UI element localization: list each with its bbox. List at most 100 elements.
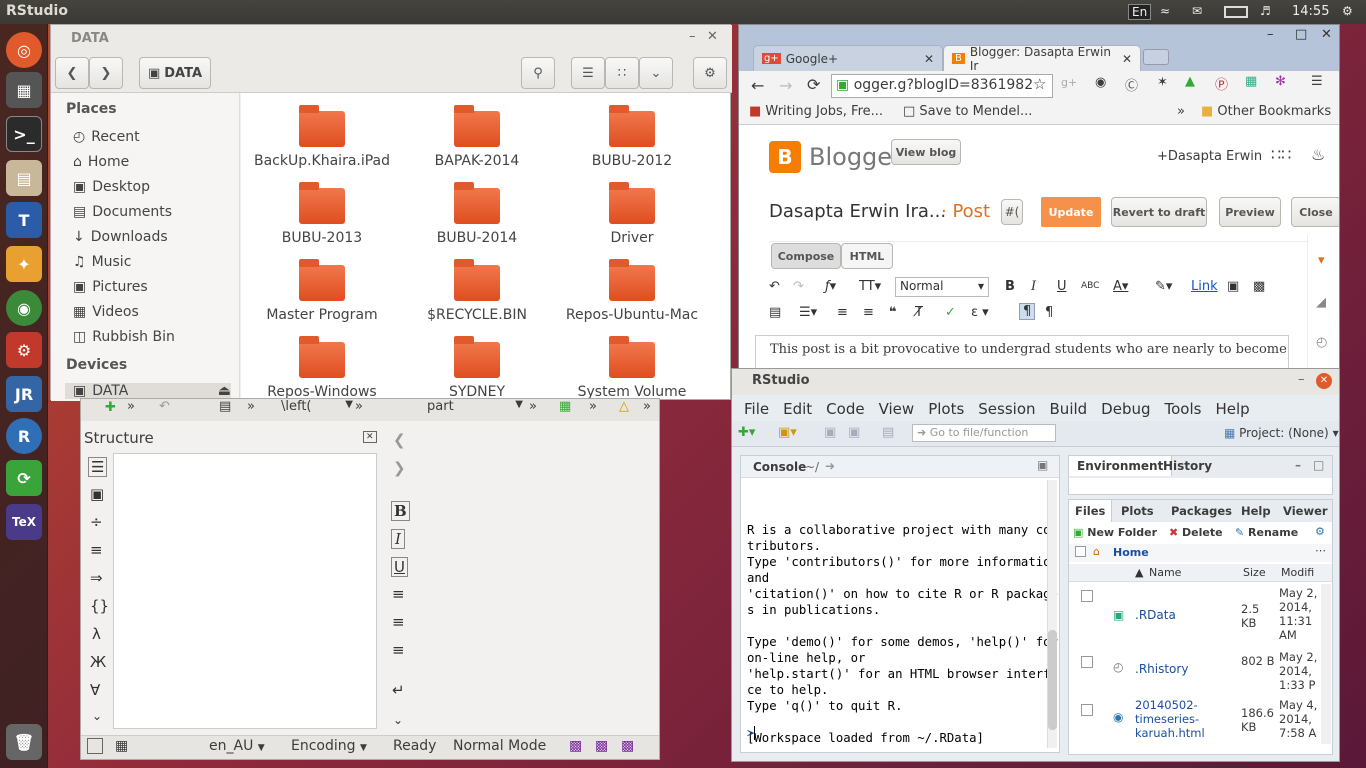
console-tab[interactable]: Console <box>753 460 806 474</box>
expand-icon[interactable]: ▾ <box>1318 253 1325 268</box>
align-right-icon[interactable]: ≡ <box>392 641 405 659</box>
pinterest-icon[interactable]: Ⓟ <box>1215 74 1228 93</box>
text-color-icon[interactable]: A▾ <box>1113 279 1128 294</box>
align-icon[interactable]: ☰▾ <box>799 305 817 320</box>
minimize-icon[interactable]: – <box>1298 372 1305 387</box>
bookmark-1-icon[interactable]: ▩ <box>569 738 582 754</box>
file-checkbox[interactable] <box>1081 704 1093 716</box>
bookmark-3-icon[interactable]: ▩ <box>621 738 634 754</box>
chevron-left-icon[interactable]: ❮ <box>393 431 406 449</box>
maximize-icon[interactable]: □ <box>1295 27 1307 42</box>
undo-icon[interactable]: ↶ <box>159 399 170 414</box>
menu-debug[interactable]: Debug <box>1101 400 1150 418</box>
print-icon[interactable]: ▤ <box>882 425 894 440</box>
project-menu[interactable]: ▦ Project: (None) ▾ <box>1224 426 1339 440</box>
file-row[interactable]: ◴ .Rhistory 802 B May 2, 2014, 1:33 P <box>1069 650 1321 696</box>
revert-to-draft-button[interactable]: Revert to draft <box>1111 197 1207 227</box>
reload-icon[interactable]: ⟳ <box>807 75 820 94</box>
settings-icon[interactable]: ⚙ <box>6 332 42 368</box>
close-button[interactable]: Close <box>1291 197 1339 227</box>
volume-icon[interactable]: ♬ <box>1260 4 1271 20</box>
office-icon[interactable]: ✦ <box>6 246 42 282</box>
schedule-clock-icon[interactable]: ◴ <box>1316 335 1327 350</box>
column-size[interactable]: Size <box>1243 566 1266 579</box>
more-gear-icon[interactable]: ⚙ <box>1315 525 1325 538</box>
jump-break-icon[interactable]: ▤ <box>769 305 781 320</box>
strikethrough-icon[interactable]: ABC <box>1081 281 1099 291</box>
lambda-icon[interactable]: λ <box>92 625 101 643</box>
folder-item[interactable]: BUBU-2014 <box>402 182 552 246</box>
back-icon[interactable]: ← <box>751 76 764 95</box>
dash-home-icon[interactable]: ◎ <box>6 32 42 68</box>
tab-files[interactable]: Files <box>1069 500 1113 522</box>
folder-item[interactable]: SYDNEY <box>402 336 552 399</box>
more-down-icon[interactable]: ⌄ <box>393 713 403 727</box>
view-blog-button[interactable]: View blog <box>891 139 961 165</box>
clock[interactable]: 14:55 <box>1292 4 1329 20</box>
folder-item[interactable]: System Volume <box>557 336 707 399</box>
place-rubbish-bin[interactable]: ◫ Rubbish Bin <box>73 329 175 345</box>
tab-plots[interactable]: Plots <box>1115 500 1160 522</box>
html-tab[interactable]: HTML <box>841 243 893 269</box>
close-panel-icon[interactable]: ✕ <box>363 431 377 443</box>
italic-icon[interactable]: I <box>391 529 405 549</box>
post-body-editor[interactable]: This post is a bit provocative to underg… <box>755 335 1289 371</box>
forward-button[interactable]: ❯ <box>89 57 123 89</box>
updater-icon[interactable]: ⟳ <box>6 460 42 496</box>
menu-code[interactable]: Code <box>826 400 864 418</box>
tab-blogger[interactable]: B Blogger: Dasapta Erwin Ir ✕ <box>943 45 1141 73</box>
tab-google-plus[interactable]: g+ Google+ ✕ <box>753 45 943 71</box>
table-icon[interactable]: ▦ <box>559 399 571 414</box>
texmaker-icon[interactable]: T <box>6 202 42 238</box>
minimize-icon[interactable]: – <box>689 29 696 44</box>
cyrillic-icon[interactable]: Ж <box>90 653 106 671</box>
toolbar-overflow[interactable]: » <box>589 399 597 414</box>
search-button[interactable]: ⚲ <box>521 57 555 89</box>
newline-icon[interactable]: ↵ <box>392 681 405 699</box>
wifi-icon[interactable]: ≈ <box>1160 4 1170 20</box>
terminal-icon[interactable]: >_ <box>6 116 42 152</box>
underline-icon[interactable]: U <box>391 557 408 577</box>
maximize-pane-icon[interactable]: ▣ <box>1037 458 1048 472</box>
preview-button[interactable]: Preview <box>1219 197 1281 227</box>
menu-icon[interactable]: ☰ <box>1311 74 1323 89</box>
rtl-icon[interactable]: ¶ <box>1045 305 1053 320</box>
video-icon[interactable]: ▩ <box>1253 279 1265 294</box>
toggle-structure-icon[interactable] <box>87 738 103 754</box>
eject-icon[interactable]: ⏏ <box>218 383 231 399</box>
goto-file-input[interactable]: ➜ Go to file/function <box>912 424 1056 442</box>
more-options-icon[interactable]: ⋯ <box>1315 544 1326 557</box>
folder-item[interactable]: Repos-Windows <box>247 336 397 399</box>
bookmark-icon[interactable]: ▣ <box>90 485 104 503</box>
column-name[interactable]: Name <box>1149 566 1181 579</box>
drive-icon[interactable]: ▲ <box>1185 74 1195 89</box>
column-modified[interactable]: Modifi <box>1281 566 1314 579</box>
forall-icon[interactable]: ∀ <box>90 681 100 699</box>
numbered-list-icon[interactable]: ≡ <box>837 305 848 320</box>
menu-plots[interactable]: Plots <box>928 400 964 418</box>
label-tag-icon[interactable]: ◢ <box>1316 295 1326 310</box>
encoding-select[interactable]: Encoding ▼ <box>291 738 367 754</box>
more-down-icon[interactable]: ⌄ <box>92 709 102 723</box>
jabref-icon[interactable]: JR <box>6 376 42 412</box>
wordpress-icon[interactable]: Ⓒ <box>1125 75 1138 94</box>
maximize-pane-icon[interactable]: □ <box>1313 458 1324 472</box>
toolbar-overflow[interactable]: » <box>247 399 255 414</box>
bookmark-writing-jobs[interactable]: ■ Writing Jobs, Fre... <box>749 104 883 119</box>
place-documents[interactable]: ▤ Documents <box>73 204 172 220</box>
underline-icon[interactable]: U <box>1057 279 1067 294</box>
highlight-icon[interactable]: ✎▾ <box>1155 279 1172 294</box>
bold-icon[interactable]: B <box>1005 279 1015 294</box>
link-button[interactable]: Link <box>1191 279 1218 294</box>
bookmarks-overflow[interactable]: » <box>1177 104 1185 119</box>
new-file-icon[interactable]: ✚▾ <box>738 425 755 440</box>
file-row[interactable]: ◉ 20140502-timeseries-karuah.html 186.6 … <box>1069 698 1321 744</box>
device-data[interactable]: ▣ DATA ⏏ <box>65 383 231 399</box>
workspace-switcher-icon[interactable]: ▦ <box>6 72 42 108</box>
rstudio-icon[interactable]: R <box>6 418 42 454</box>
place-pictures[interactable]: ▣ Pictures <box>73 279 148 295</box>
save-all-icon[interactable]: ▣ <box>848 425 860 440</box>
menu-build[interactable]: Build <box>1050 400 1088 418</box>
pin-icon[interactable]: ✶ <box>1157 75 1168 90</box>
settings-gear-icon[interactable]: ⚙ <box>1342 4 1353 20</box>
